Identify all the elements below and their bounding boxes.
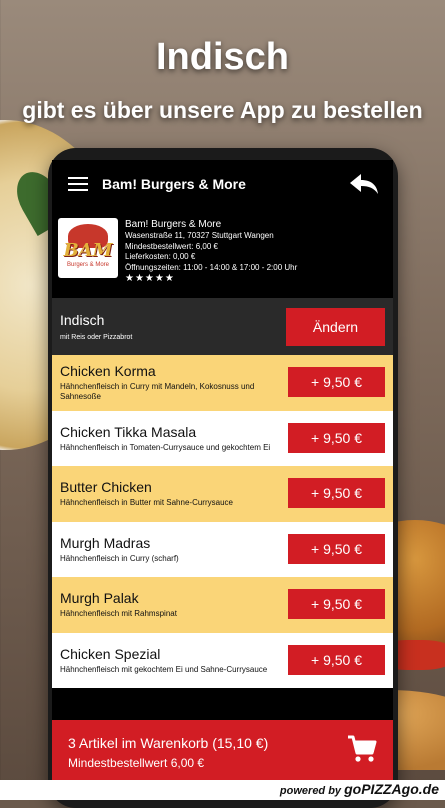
menu-item[interactable]: Chicken Tikka Masala Hähnchenfleisch in … [52, 410, 393, 466]
cart-summary: 3 Artikel im Warenkorb (15,10 €) [68, 735, 269, 751]
menu-item-description: Hähnchenfleisch in Tomaten-Currysauce un… [60, 442, 271, 452]
footer-bar: powered by goPIZZAgo.de [0, 780, 445, 800]
menu-item[interactable]: Chicken Spezial Hähnchenfleisch mit geko… [52, 632, 393, 688]
reply-back-arrow-icon[interactable] [349, 172, 379, 196]
add-to-cart-price-button[interactable]: + 9,50 € [288, 644, 385, 675]
add-to-cart-price-button[interactable]: + 9,50 € [288, 422, 385, 453]
powered-by-text: powered by goPIZZAgo.de [280, 781, 439, 797]
logo-subtext: Burgers & More [66, 262, 109, 268]
menu-item[interactable]: Murgh Palak Hähnchenfleisch mit Rahmspin… [52, 577, 393, 633]
restaurant-min-order: Mindestbestellwert: 6,00 € [125, 241, 218, 251]
category-description: mit Reis oder Pizzabrot [60, 334, 133, 341]
menu-item-name: Butter Chicken [60, 479, 152, 495]
hamburger-menu-icon[interactable] [68, 177, 88, 191]
menu-item-list: Chicken Korma Hähnchenfleisch in Curry m… [52, 355, 393, 688]
menu-item-name: Murgh Madras [60, 534, 151, 551]
add-to-cart-price-button[interactable]: + 9,50 € [288, 533, 385, 564]
shopping-cart-icon[interactable] [347, 734, 377, 764]
rating-stars: ★★★★★ [125, 273, 175, 284]
menu-item-description: Hähnchenfleisch in Curry (scharf) [60, 553, 179, 563]
cart-min-order: Mindestbestellwert 6,00 € [68, 756, 205, 770]
menu-item[interactable]: Butter Chicken Hähnchenfleisch in Butter… [52, 466, 393, 522]
app-bar: Bam! Burgers & More [52, 160, 393, 208]
restaurant-logo: BAM Burgers & More [58, 218, 118, 278]
restaurant-address: Wasenstraße 11, 70327 Stuttgart Wangen [125, 231, 274, 240]
cart-bar[interactable]: 3 Artikel im Warenkorb (15,10 €) Mindest… [52, 720, 393, 780]
menu-item-name: Murgh Palak [60, 590, 139, 606]
app-title: Bam! Burgers & More [102, 176, 246, 192]
promo-title: Indisch [155, 36, 290, 78]
menu-item-description: Hähnchenfleisch in Curry mit Mandeln, Ko… [60, 381, 255, 402]
promo-subtitle: gibt es über unsere App zu bestellen [22, 97, 423, 123]
menu-item-name: Chicken Spezial [60, 645, 161, 662]
menu-item-name: Chicken Korma [60, 362, 156, 379]
restaurant-header: BAM Burgers & More Bam! Burgers & More W… [52, 208, 393, 298]
menu-item-description: Hähnchenfleisch in Butter mit Sahne-Curr… [60, 498, 233, 507]
restaurant-delivery-cost: Lieferkosten: 0,00 € [125, 252, 196, 261]
powered-by-label: powered by [279, 785, 342, 797]
menu-item-description: Hähnchenfleisch mit Rahmspinat [60, 609, 177, 618]
menu-item[interactable]: Murgh Madras Hähnchenfleisch in Curry (s… [52, 521, 393, 577]
app-screen: Bam! Burgers & More BAM Burgers & More B… [52, 160, 393, 780]
menu-item[interactable]: Chicken Korma Hähnchenfleisch in Curry m… [52, 355, 393, 411]
add-to-cart-price-button[interactable]: + 9,50 € [288, 589, 385, 619]
add-to-cart-price-button[interactable]: + 9,50 € [288, 367, 385, 397]
restaurant-opening-hours: Öffnungszeiten: 11:00 - 14:00 & 17:00 - … [125, 262, 298, 272]
category-bar: Indisch mit Reis oder Pizzabrot Ändern [52, 298, 393, 355]
category-name: Indisch [60, 312, 105, 328]
add-to-cart-price-button[interactable]: + 9,50 € [288, 478, 385, 508]
change-category-button[interactable]: Ändern [286, 308, 385, 346]
menu-item-name: Chicken Tikka Masala [60, 423, 197, 440]
gopizzago-brand: goPIZZAgo.de [344, 781, 439, 797]
logo-text: BAM [63, 240, 113, 261]
restaurant-info: Bam! Burgers & More Wasenstraße 11, 7032… [125, 218, 297, 298]
menu-item-description: Hähnchenfleisch mit gekochtem Ei und Sah… [60, 664, 268, 674]
restaurant-name: Bam! Burgers & More [125, 219, 222, 230]
